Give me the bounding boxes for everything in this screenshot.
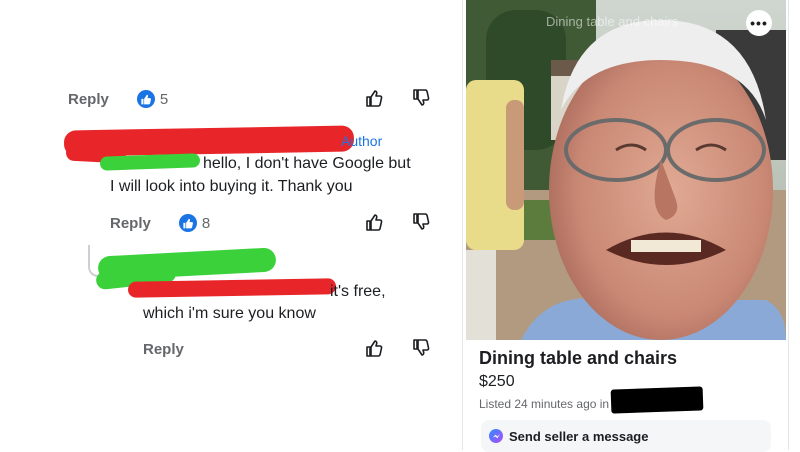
like-count[interactable]: 5 bbox=[136, 90, 168, 108]
comment-text-2a: hello, I don't have Google but bbox=[203, 155, 411, 172]
reply-button[interactable]: Reply bbox=[68, 91, 109, 108]
reply-button[interactable]: Reply bbox=[143, 341, 184, 358]
listing-photo[interactable]: Dining table and chairs ••• bbox=[466, 0, 786, 340]
thumbs-up-outline-icon[interactable] bbox=[364, 212, 384, 232]
listing-price: $250 bbox=[479, 373, 515, 390]
thumbs-up-icon bbox=[178, 214, 197, 232]
more-options-icon[interactable]: ••• bbox=[746, 10, 772, 36]
marketplace-listing-card[interactable]: Dining table and chairs ••• Dining table… bbox=[462, 0, 789, 452]
thumbs-up-outline-icon[interactable] bbox=[364, 338, 384, 358]
messenger-icon bbox=[489, 429, 503, 443]
photo-overlay-title: Dining table and chairs bbox=[546, 14, 679, 29]
thumbs-up-outline-icon[interactable] bbox=[364, 88, 384, 108]
like-count[interactable]: 8 bbox=[178, 214, 210, 232]
comment-actions-1: Reply 5 bbox=[68, 86, 168, 112]
listing-time-location: Listed 24 minutes ago in bbox=[479, 397, 610, 411]
thumbs-down-outline-icon[interactable] bbox=[411, 338, 431, 358]
listing-title: Dining table and chairs bbox=[479, 348, 678, 368]
comment-text-3a: it's free, bbox=[330, 283, 386, 300]
author-label: Author bbox=[341, 133, 383, 149]
redacted-mention-red bbox=[127, 278, 337, 298]
thumbs-down-outline-icon[interactable] bbox=[411, 212, 431, 232]
comment-actions-2: Reply 8 bbox=[110, 210, 210, 236]
redacted-location bbox=[610, 386, 704, 414]
reply-button[interactable]: Reply bbox=[110, 215, 151, 232]
send-seller-message-button[interactable]: Send seller a message bbox=[481, 420, 771, 452]
comment-actions-3: Reply bbox=[143, 336, 184, 362]
comment-thread: Reply 5 Author hello, I don't have Googl… bbox=[0, 0, 455, 450]
comment-text-2b: I will look into buying it. Thank you bbox=[110, 178, 353, 195]
redacted-mention-green bbox=[99, 153, 201, 171]
listing-photo-illustration bbox=[466, 0, 786, 340]
comment-text-3b: which i'm sure you know bbox=[143, 305, 316, 322]
thumbs-up-icon bbox=[136, 90, 155, 108]
thumbs-down-outline-icon[interactable] bbox=[411, 88, 431, 108]
